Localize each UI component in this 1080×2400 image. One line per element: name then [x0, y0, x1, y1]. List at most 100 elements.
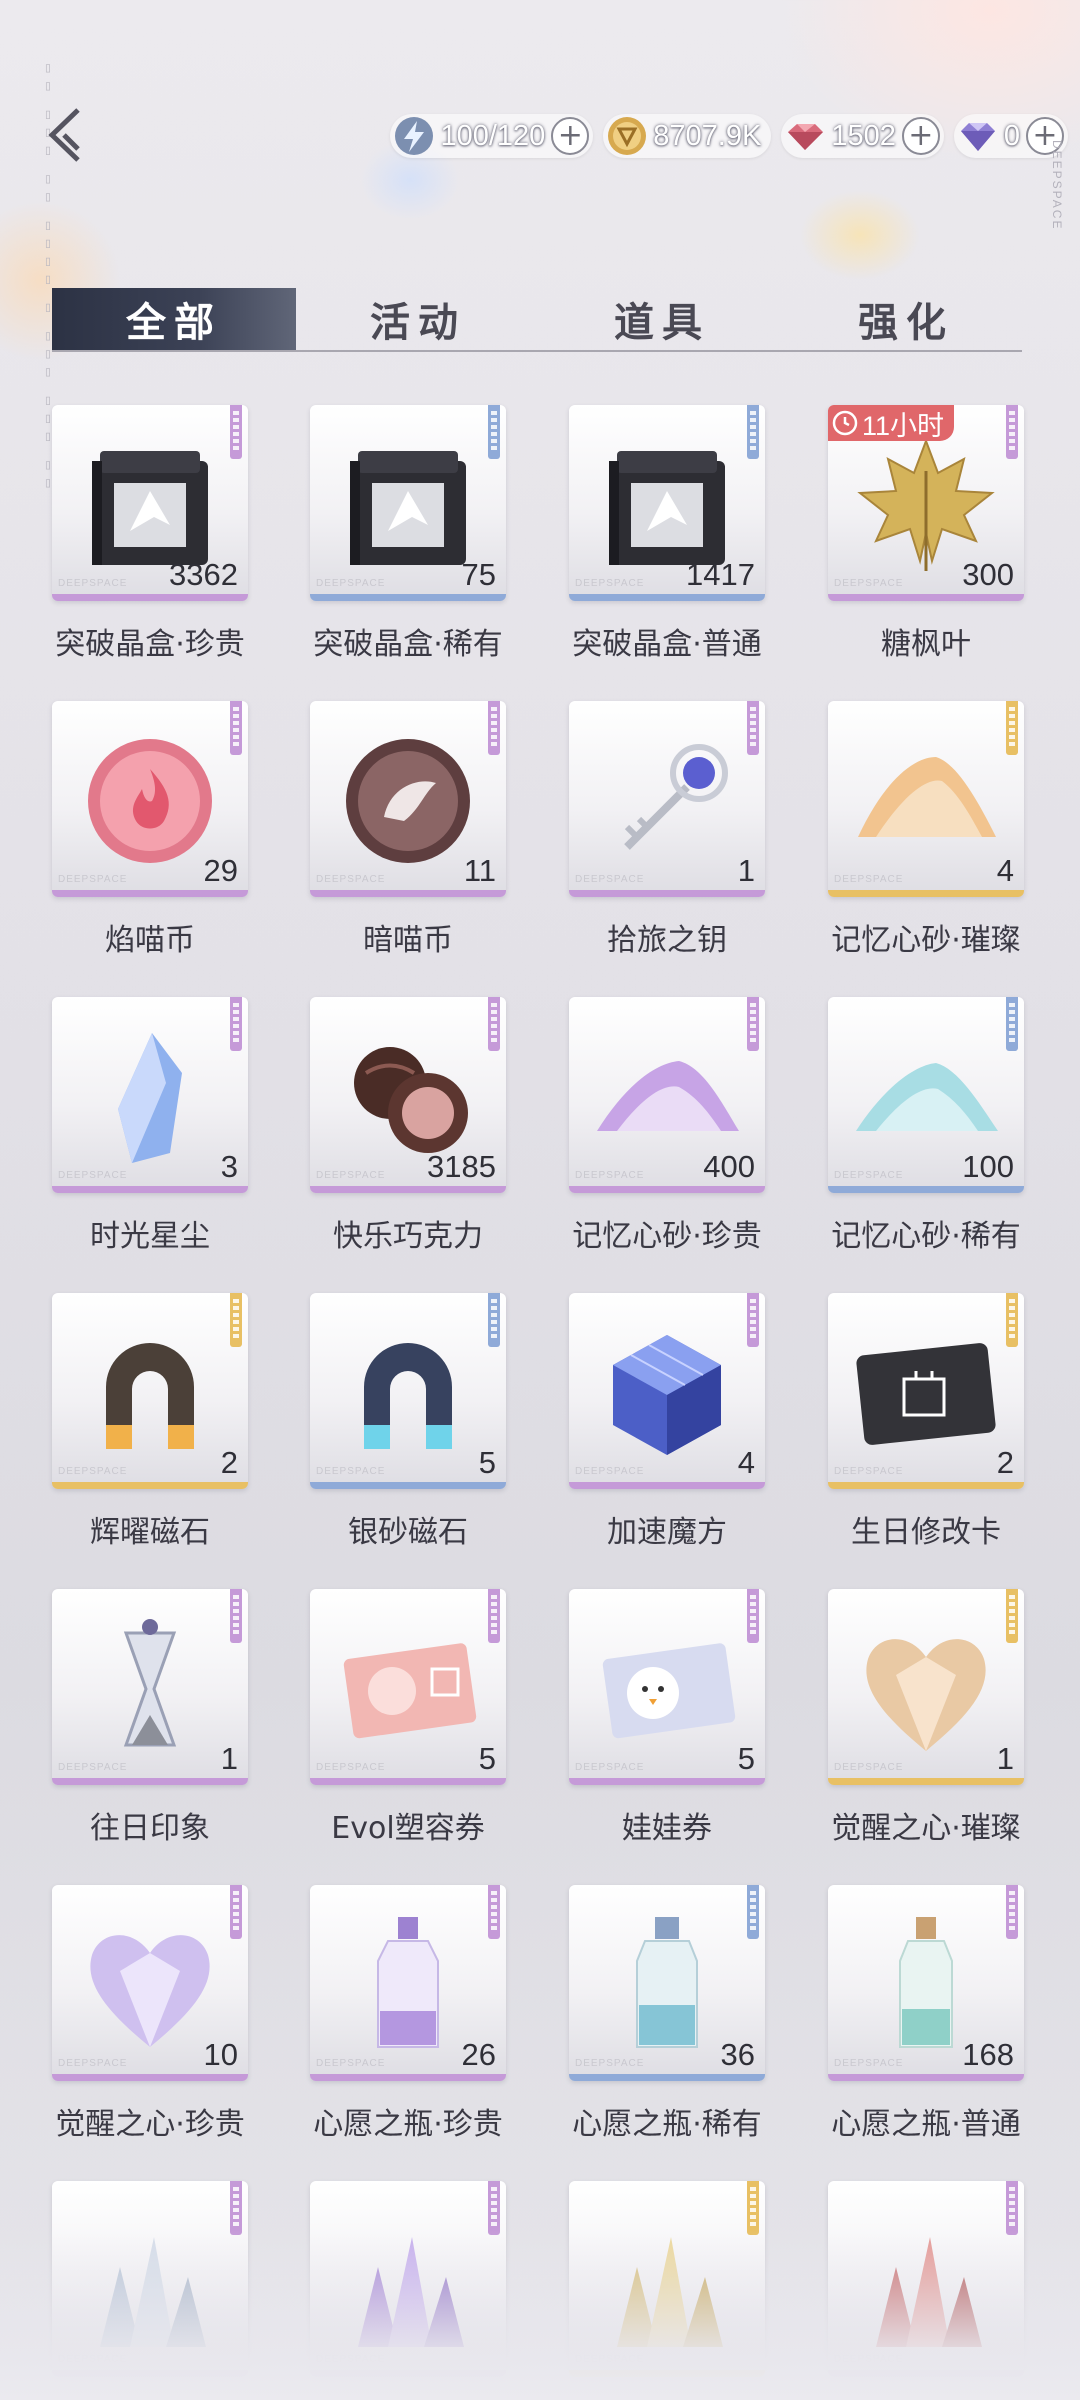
item-card[interactable]: DEEPSPACE 1417: [569, 405, 765, 601]
item-card[interactable]: DEEPSPACE 3362: [52, 405, 248, 601]
tab-activity[interactable]: 活动: [296, 288, 540, 350]
item-card[interactable]: DEEPSPACE 400: [569, 997, 765, 1193]
item-card[interactable]: DEEPSPACE 3185: [310, 997, 506, 1193]
item-name: 焰喵币: [105, 923, 195, 958]
tab-props[interactable]: 道具: [540, 288, 784, 350]
rarity-tag: [1006, 1885, 1018, 1939]
item-card[interactable]: DEEPSPACE 5: [310, 1589, 506, 1785]
inventory-item[interactable]: DEEPSPACE 2 辉曜磁石: [52, 1293, 248, 1551]
inventory-item[interactable]: DEEPSPACE 29 焰喵币: [52, 701, 248, 959]
item-name: 糖枫叶: [881, 627, 971, 662]
item-name: 时光星尘: [90, 1219, 210, 1254]
inventory-item[interactable]: DEEPSPACE 3185 快乐巧克力: [310, 997, 506, 1255]
inventory-item[interactable]: DEEPSPACE 100 记忆心砂·稀有: [828, 997, 1024, 1255]
inventory-item[interactable]: DEEPSPACE 4 加速魔方: [569, 1293, 765, 1551]
card-watermark: DEEPSPACE: [575, 1762, 645, 1773]
item-card[interactable]: DEEPSPACE 1: [828, 1589, 1024, 1785]
birthday-card-icon: [856, 1343, 996, 1445]
inventory-item[interactable]: DEEPSPACE 26 心愿之瓶·珍贵: [310, 1885, 506, 2143]
rarity-tag: [230, 997, 242, 1051]
item-name: 加速魔方: [607, 1515, 727, 1550]
inventory-item[interactable]: DEEPSPACE 168 心愿之瓶·普通: [828, 1885, 1024, 2143]
gold-value: 8707.9K: [653, 119, 762, 152]
item-card[interactable]: DEEPSPACE 168: [828, 1885, 1024, 2081]
item-count: 2: [996, 1445, 1014, 1480]
rarity-tag: [230, 405, 242, 459]
inventory-item[interactable]: DEEPSPACE 75 突破晶盒·稀有: [310, 405, 506, 663]
item-count: 400: [703, 1149, 755, 1184]
inventory-item[interactable]: DEEPSPACE 36 心愿之瓶·稀有: [569, 1885, 765, 2143]
hourglass-icon: [123, 1619, 177, 1747]
item-count: 4: [737, 1445, 755, 1480]
item-card[interactable]: DEEPSPACE 2: [52, 1293, 248, 1489]
item-card[interactable]: DEEPSPACE 100: [828, 997, 1024, 1193]
rarity-strip: [310, 1482, 506, 1489]
item-card[interactable]: DEEPSPACE 36: [569, 1885, 765, 2081]
item-name: Evol塑容券: [331, 1811, 485, 1846]
rarity-tag: [747, 2181, 759, 2235]
item-name: 心愿之瓶·珍贵: [313, 2107, 503, 2142]
inventory-item[interactable]: DEEPSPACE 1 往日印象: [52, 1589, 248, 1847]
rarity-strip: [310, 890, 506, 897]
inventory-item[interactable]: DEEPSPACE 1417 突破晶盒·普通: [569, 405, 765, 663]
inventory-item[interactable]: DEEPSPACE 11 暗喵币: [310, 701, 506, 959]
add-red-gem-button[interactable]: +: [901, 117, 940, 155]
rarity-tag: [230, 2181, 242, 2235]
inventory-item[interactable]: DEEPSPACE 10 觉醒之心·珍贵: [52, 1885, 248, 2143]
rarity-strip: [310, 2074, 506, 2081]
card-watermark: DEEPSPACE: [316, 1762, 386, 1773]
item-count: 3362: [169, 557, 238, 592]
inventory-item[interactable]: DEEPSPACE 3362 突破晶盒·珍贵: [52, 405, 248, 663]
inventory-item[interactable]: DEEPSPACE 5 银砂磁石: [310, 1293, 506, 1551]
resource-gold[interactable]: 8707.9K: [603, 114, 772, 158]
item-card[interactable]: DEEPSPACE 4: [569, 1293, 765, 1489]
item-card[interactable]: DEEPSPACE 2: [828, 1293, 1024, 1489]
inventory-item[interactable]: DEEPSPACE 300 11小时糖枫叶: [828, 405, 1024, 663]
item-count: 168: [962, 2037, 1014, 2072]
rarity-tag: [488, 1589, 500, 1643]
resource-energy[interactable]: 100/120 +: [390, 114, 594, 158]
brand-vertical: DEEPSPACE: [1050, 140, 1064, 231]
inventory-item[interactable]: DEEPSPACE 2 生日修改卡: [828, 1293, 1024, 1551]
item-card[interactable]: DEEPSPACE 3: [52, 997, 248, 1193]
card-watermark: DEEPSPACE: [834, 578, 904, 589]
item-card[interactable]: DEEPSPACE 75: [310, 405, 506, 601]
item-name: 心愿之瓶·稀有: [572, 2107, 762, 2142]
item-card[interactable]: DEEPSPACE 10: [52, 1885, 248, 2081]
item-card[interactable]: DEEPSPACE 29: [52, 701, 248, 897]
item-card[interactable]: DEEPSPACE 11: [310, 701, 506, 897]
rarity-tag: [230, 1293, 242, 1347]
card-watermark: DEEPSPACE: [316, 874, 386, 885]
card-watermark: DEEPSPACE: [58, 1762, 128, 1773]
item-card[interactable]: DEEPSPACE 1: [52, 1589, 248, 1785]
tab-all[interactable]: 全部: [52, 288, 296, 350]
resource-red-gem[interactable]: 1502 +: [781, 114, 944, 158]
inventory-item[interactable]: DEEPSPACE 4 记忆心砂·璀璨: [828, 701, 1024, 959]
item-card[interactable]: DEEPSPACE 300 11小时: [828, 405, 1024, 601]
card-watermark: DEEPSPACE: [575, 578, 645, 589]
item-card[interactable]: DEEPSPACE 4: [828, 701, 1024, 897]
inventory-item[interactable]: DEEPSPACE 3 时光星尘: [52, 997, 248, 1255]
timer-text: 11小时: [862, 410, 945, 441]
rarity-tag: [747, 1589, 759, 1643]
back-button[interactable]: [38, 100, 98, 170]
inventory-item[interactable]: DEEPSPACE 5 Evol塑容券: [310, 1589, 506, 1847]
item-count: 3: [220, 1149, 238, 1184]
item-card[interactable]: DEEPSPACE 5: [310, 1293, 506, 1489]
item-card[interactable]: DEEPSPACE 1: [569, 701, 765, 897]
add-energy-button[interactable]: +: [551, 117, 590, 155]
tab-enhance[interactable]: 强化: [784, 288, 1028, 350]
cube-icon: [613, 1335, 721, 1455]
rarity-strip: [828, 1482, 1024, 1489]
inventory-item[interactable]: DEEPSPACE 1 觉醒之心·璀璨: [828, 1589, 1024, 1847]
item-card[interactable]: DEEPSPACE 5: [569, 1589, 765, 1785]
inventory-item[interactable]: DEEPSPACE 5 娃娃券: [569, 1589, 765, 1847]
inventory-item[interactable]: DEEPSPACE 1 拾旅之钥: [569, 701, 765, 959]
inventory-item[interactable]: DEEPSPACE 400 记忆心砂·珍贵: [569, 997, 765, 1255]
item-card[interactable]: DEEPSPACE 26: [310, 1885, 506, 2081]
item-count: 5: [478, 1445, 496, 1480]
rarity-tag: [1006, 997, 1018, 1051]
blue-crystal-icon: [118, 1033, 182, 1163]
red-gem-value: 1502: [831, 119, 896, 152]
rarity-tag: [230, 1589, 242, 1643]
